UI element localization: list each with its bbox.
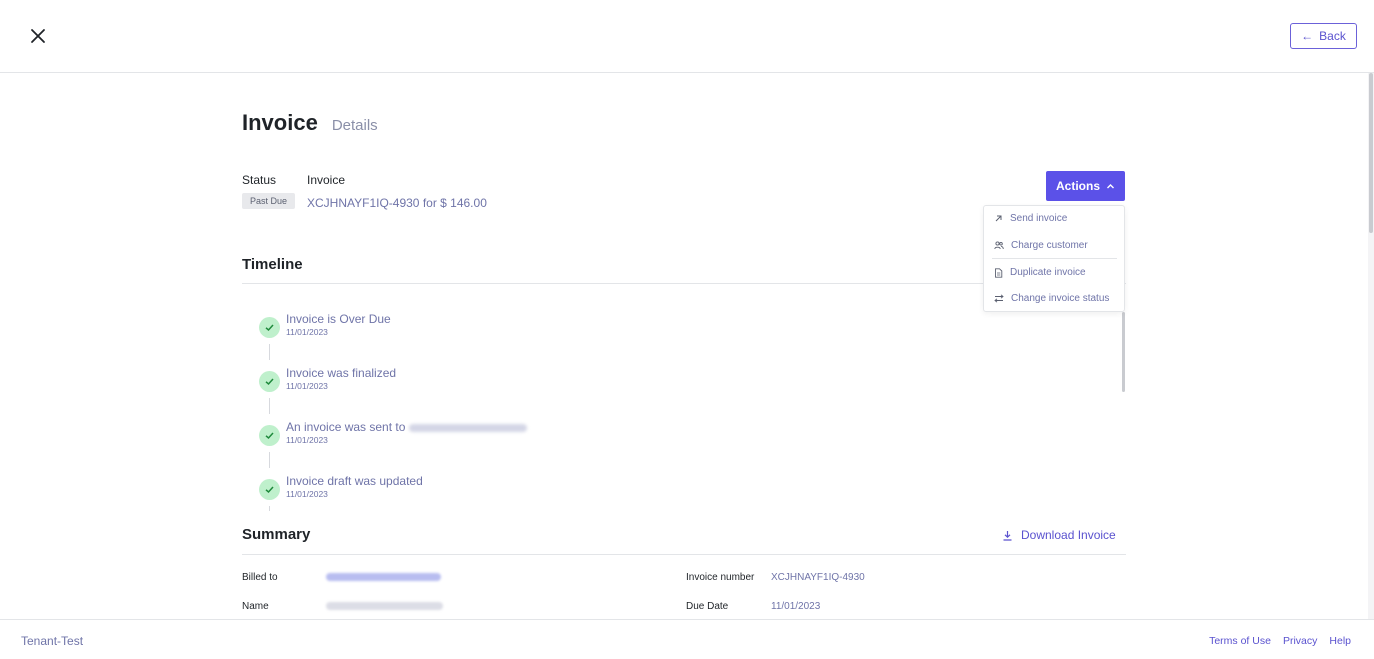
timeline-item-title: An invoice was sent to [286, 420, 406, 434]
help-link[interactable]: Help [1329, 635, 1351, 647]
top-bar: ← Back [0, 0, 1374, 73]
timeline-item-date: 11/01/2023 [286, 381, 328, 391]
privacy-link[interactable]: Privacy [1283, 635, 1317, 647]
redacted-email-link[interactable] [326, 573, 441, 581]
invoice-number-label: Invoice number [686, 572, 755, 583]
menu-item-duplicate-invoice[interactable]: Duplicate invoice [994, 267, 1086, 278]
due-date-label: Due Date [686, 601, 729, 612]
menu-item-send-invoice[interactable]: Send invoice [994, 213, 1067, 224]
name-label: Name [242, 601, 269, 612]
arrow-up-right-icon [995, 215, 1002, 222]
download-invoice-label: Download Invoice [1021, 528, 1116, 542]
invoice-label: Invoice [307, 173, 346, 187]
status-block: Status Past Due [242, 173, 296, 209]
check-circle-icon [259, 425, 280, 446]
status-label: Status [242, 173, 277, 187]
swap-arrows-icon [994, 294, 1004, 303]
summary-divider [242, 554, 1126, 555]
menu-divider [992, 258, 1117, 259]
menu-item-label: Duplicate invoice [1010, 267, 1086, 278]
timeline-connector [269, 506, 270, 511]
billed-to-value[interactable] [326, 573, 441, 584]
actions-menu: Send invoice Charge customer Duplicate i… [983, 205, 1125, 312]
page-scrollbar[interactable] [1368, 73, 1374, 619]
tenant-name: Tenant-Test [21, 634, 84, 648]
due-date-value: 11/01/2023 [771, 601, 821, 612]
due-date-row: Due Date [686, 601, 728, 612]
timeline-connector [269, 398, 270, 414]
arrow-left-icon: ← [1301, 29, 1314, 43]
back-button[interactable]: ← Back [1290, 23, 1357, 49]
timeline-item-date: 11/01/2023 [286, 489, 328, 499]
footer-links: Terms of Use Privacy Help [1209, 635, 1351, 647]
main-content: Invoice Details Status Past Due Invoice … [242, 73, 1126, 619]
name-row: Name [242, 601, 269, 612]
billed-to-label: Billed to [242, 572, 278, 583]
billed-to-row: Billed to [242, 572, 278, 583]
timeline-item-date: 11/01/2023 [286, 435, 328, 445]
users-icon [994, 241, 1004, 250]
back-button-label: Back [1319, 29, 1346, 43]
name-value [326, 602, 443, 613]
timeline-item-title: Invoice was finalized [286, 366, 397, 380]
timeline-item-title: Invoice is Over Due [286, 312, 391, 326]
download-icon [1003, 530, 1012, 541]
page-subtitle: Details [331, 117, 378, 134]
menu-item-label: Charge customer [1011, 240, 1088, 251]
timeline-list[interactable]: Invoice is Over Due 11/01/2023 Invoice w… [242, 297, 1126, 511]
menu-item-charge-customer[interactable]: Charge customer [994, 240, 1088, 251]
status-badge: Past Due [242, 193, 296, 209]
page-title: Invoice [242, 110, 318, 135]
actions-button-label: Actions [1055, 179, 1100, 193]
timeline-scrollbar-thumb[interactable] [1122, 312, 1125, 392]
timeline-connector [269, 452, 270, 468]
chevron-up-icon [1107, 183, 1114, 188]
close-icon[interactable] [27, 25, 49, 47]
page-scrollbar-thumb[interactable] [1369, 73, 1373, 233]
check-circle-icon [259, 317, 280, 338]
menu-item-label: Send invoice [1010, 213, 1068, 224]
check-circle-icon [259, 371, 280, 392]
timeline-connector [269, 344, 270, 360]
terms-link[interactable]: Terms of Use [1209, 635, 1271, 647]
timeline-heading: Timeline [242, 256, 303, 273]
footer: Tenant-Test Terms of Use Privacy Help [0, 619, 1374, 659]
download-invoice-button[interactable]: Download Invoice [1002, 528, 1116, 542]
timeline-item-date: 11/01/2023 [286, 327, 328, 337]
redacted-name [326, 602, 443, 610]
menu-item-change-status[interactable]: Change invoice status [994, 293, 1109, 304]
page-header: Invoice Details [242, 110, 378, 136]
invoice-number-row: Invoice number [686, 572, 754, 583]
check-circle-icon [259, 479, 280, 500]
invoice-number-value: XCJHNAYF1IQ-4930 [771, 572, 865, 583]
document-icon [995, 267, 1003, 278]
redacted-email [408, 423, 527, 432]
invoice-description: XCJHNAYF1IQ-4930 for $ 146.00 [307, 196, 487, 210]
menu-item-label: Change invoice status [1011, 293, 1110, 304]
summary-heading: Summary [242, 526, 311, 543]
timeline-item-title: Invoice draft was updated [286, 474, 423, 488]
invoice-block: Invoice XCJHNAYF1IQ-4930 for $ 146.00 [307, 173, 487, 210]
actions-button[interactable]: Actions [1046, 171, 1125, 201]
